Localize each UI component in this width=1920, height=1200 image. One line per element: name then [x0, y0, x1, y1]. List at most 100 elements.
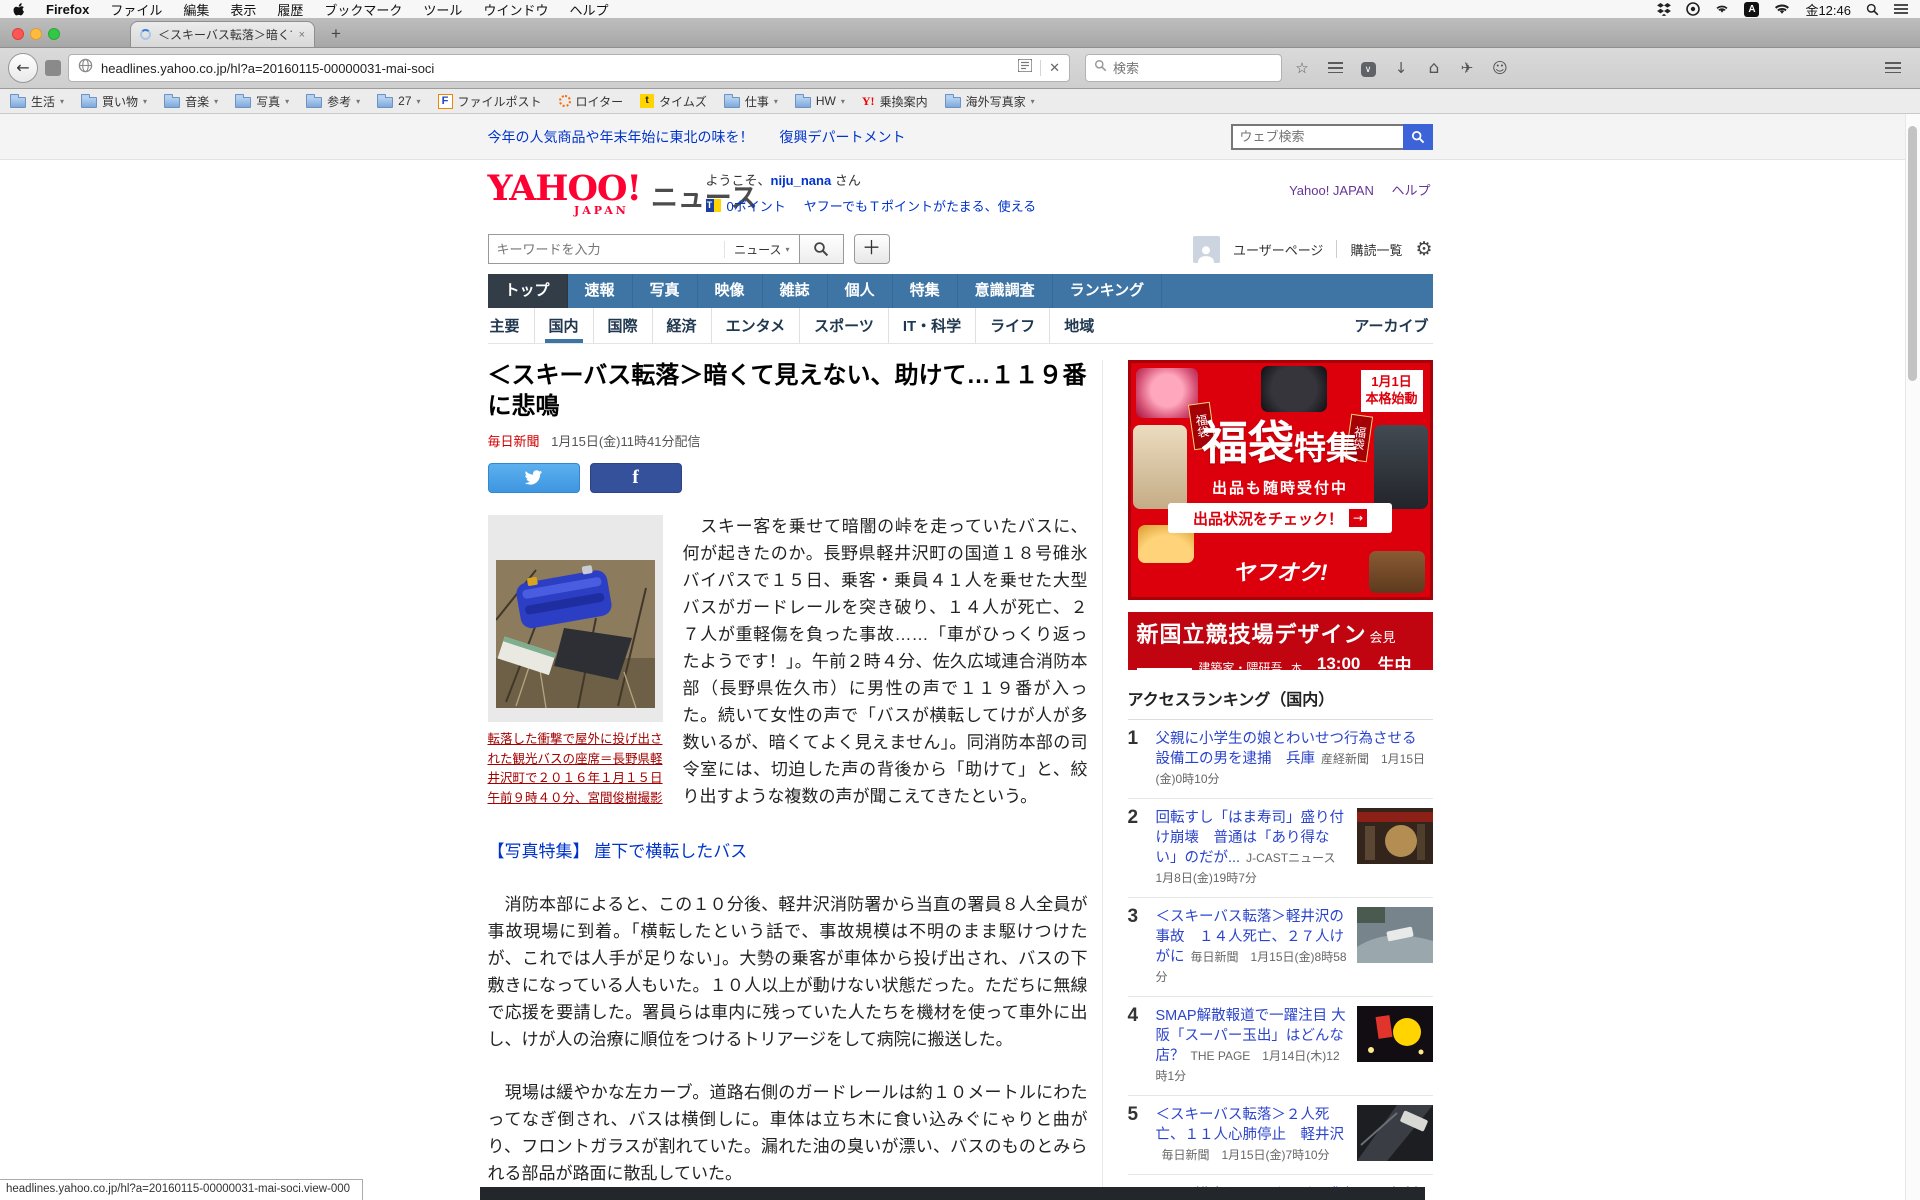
sub-tab-major[interactable]: 主要: [488, 308, 534, 343]
menu-item-bookmarks[interactable]: ブックマーク: [324, 0, 402, 19]
menu-item-tools[interactable]: ツール: [423, 0, 462, 19]
sub-tab-region[interactable]: 地域: [1049, 308, 1108, 343]
photo-feature-link[interactable]: 【写真特集】 崖下で横転したバス: [488, 838, 1088, 865]
apple-menu-icon[interactable]: [12, 2, 25, 17]
bookmark-folder-reference[interactable]: 参考▾: [306, 93, 360, 110]
window-zoom-button[interactable]: [48, 28, 60, 40]
airplay-icon[interactable]: [1715, 4, 1729, 15]
ranking-thumbnail[interactable]: [1357, 1006, 1433, 1062]
ranking-thumbnail[interactable]: [1357, 1105, 1433, 1161]
points-link[interactable]: 0ポイント: [727, 196, 786, 215]
photo-caption-link[interactable]: 転落した衝撃で屋外に投げ出された観光バスの座席＝長野県軽井沢町で２０１６年１月１…: [488, 730, 663, 808]
bookmark-folder-music[interactable]: 音楽▾: [164, 93, 218, 110]
home-icon[interactable]: ⌂: [1421, 58, 1447, 78]
bookmark-folder-photographers[interactable]: 海外写真家▾: [945, 93, 1035, 110]
bookmark-folder-work[interactable]: 仕事▾: [724, 93, 778, 110]
bookmark-times[interactable]: tタイムズ: [640, 93, 707, 110]
input-source-icon[interactable]: A: [1744, 2, 1759, 17]
web-search-input[interactable]: [1231, 124, 1403, 150]
sub-tab-domestic[interactable]: 国内: [534, 308, 593, 343]
bookmark-star-icon[interactable]: ☆: [1289, 59, 1315, 77]
url-bar[interactable]: ✕: [68, 54, 1070, 82]
sub-tab-life[interactable]: ライフ: [975, 308, 1049, 343]
web-search-button[interactable]: [1403, 124, 1433, 150]
sub-tab-it-science[interactable]: IT・科学: [888, 308, 975, 343]
nav-tab-video[interactable]: 映像: [698, 274, 763, 308]
sub-tab-economy[interactable]: 経済: [652, 308, 711, 343]
news-search-field[interactable]: ニュース▾: [488, 234, 800, 264]
window-minimize-button[interactable]: [30, 28, 42, 40]
menu-item-file[interactable]: ファイル: [110, 0, 162, 19]
fukubukuro-ad-banner[interactable]: 1月1日本格始動 福袋 福袋 福袋特集 出品も随時受付中 出品状況をチェック！→…: [1128, 360, 1433, 600]
thepage-ad-banner[interactable]: 新国立競技場デザイン会見 THEPAGE 建築家・隈研吾氏 本日 13:00～ …: [1128, 612, 1433, 670]
back-button[interactable]: ←: [8, 53, 38, 83]
downloads-icon[interactable]: ↓: [1388, 59, 1414, 77]
sub-tab-entertainment[interactable]: エンタメ: [711, 308, 800, 343]
nav-tab-personal[interactable]: 個人: [828, 274, 893, 308]
nav-tab-magazine[interactable]: 雑誌: [763, 274, 828, 308]
settings-gear-icon[interactable]: ⚙: [1415, 238, 1432, 260]
sub-tab-world[interactable]: 国際: [593, 308, 652, 343]
dropbox-icon[interactable]: [1657, 3, 1671, 16]
stop-icon[interactable]: ✕: [1049, 61, 1060, 76]
sub-tab-sports[interactable]: スポーツ: [799, 308, 888, 343]
bookmark-folder-27[interactable]: 27▾: [377, 94, 420, 108]
nav-tab-photo[interactable]: 写真: [633, 274, 698, 308]
reader-mode-icon[interactable]: [1018, 59, 1032, 77]
user-page-link[interactable]: ユーザーページ: [1233, 240, 1323, 259]
bookmarks-menu-icon[interactable]: [1322, 60, 1348, 77]
bookmark-folder-shopping[interactable]: 買い物▾: [81, 93, 147, 110]
feedback-smiley-icon[interactable]: ☺: [1487, 59, 1513, 77]
points-note-link[interactable]: ヤフーでもＴポイントがたまる、使える: [804, 196, 1036, 215]
article-source-link[interactable]: 毎日新聞: [488, 434, 540, 449]
username-link[interactable]: niju_nana: [771, 173, 832, 188]
promo-link-1[interactable]: 今年の人気商品や年末年始に東北の味を！: [488, 127, 754, 147]
news-search-button[interactable]: [800, 234, 844, 264]
yahoo-japan-link[interactable]: Yahoo! JAPAN: [1289, 183, 1374, 198]
nav-tab-top[interactable]: トップ: [488, 274, 568, 308]
bookmark-reuters[interactable]: ロイター: [559, 93, 624, 110]
url-input[interactable]: [101, 61, 1010, 76]
pocket-icon[interactable]: [1355, 59, 1381, 77]
site-identity-globe-icon[interactable]: [78, 58, 93, 78]
nav-tab-flash[interactable]: 速報: [568, 274, 633, 308]
subscriptions-link[interactable]: 購読一覧: [1350, 240, 1402, 259]
bookmark-filepost[interactable]: Fファイルポスト: [438, 93, 542, 110]
menu-item-view[interactable]: 表示: [230, 0, 256, 19]
menu-icon[interactable]: [1880, 60, 1906, 77]
bookmark-folder-life[interactable]: 生活▾: [10, 93, 64, 110]
ranking-thumbnail[interactable]: [1357, 907, 1433, 963]
news-search-input[interactable]: [489, 242, 725, 257]
facebook-share-button[interactable]: f: [590, 463, 682, 493]
window-close-button[interactable]: [12, 28, 24, 40]
menu-item-edit[interactable]: 編集: [183, 0, 209, 19]
ranking-thumbnail[interactable]: [1357, 808, 1433, 864]
wifi-icon[interactable]: [1774, 3, 1790, 15]
menu-item-help[interactable]: ヘルプ: [569, 0, 608, 19]
browser-search-input[interactable]: [1113, 61, 1273, 76]
search-scope-dropdown[interactable]: ニュース▾: [724, 241, 798, 258]
share-icon[interactable]: ✈: [1454, 59, 1480, 77]
ad-cta-button[interactable]: 出品状況をチェック！→: [1168, 503, 1392, 533]
bookmark-folder-hw[interactable]: HW▾: [795, 94, 845, 108]
menu-item-firefox[interactable]: Firefox: [46, 2, 89, 17]
browser-tab[interactable]: ＜スキーバス転落＞暗くて... ×: [130, 21, 315, 47]
scrollbar-thumb[interactable]: [1908, 126, 1917, 381]
tab-close-icon[interactable]: ×: [299, 29, 305, 41]
twitter-share-button[interactable]: [488, 463, 580, 493]
scrollbar-track[interactable]: [1905, 114, 1920, 1200]
spotlight-icon[interactable]: [1866, 3, 1879, 16]
new-tab-button[interactable]: +: [322, 22, 350, 46]
menu-item-window[interactable]: ウインドウ: [483, 0, 548, 19]
help-link[interactable]: ヘルプ: [1391, 183, 1430, 198]
archive-link[interactable]: アーカイブ: [1354, 315, 1432, 336]
promo-link-2[interactable]: 復興デパートメント: [780, 127, 906, 147]
add-keyword-button[interactable]: ＋: [854, 234, 890, 264]
bookmark-transit[interactable]: Y!乗換案内: [862, 93, 928, 110]
menu-item-history[interactable]: 履歴: [277, 0, 303, 19]
notification-center-icon[interactable]: [1894, 3, 1908, 15]
browser-search-field[interactable]: [1085, 54, 1282, 82]
nav-tab-feature[interactable]: 特集: [893, 274, 958, 308]
avatar[interactable]: [1193, 236, 1220, 263]
nav-tab-ranking[interactable]: ランキング: [1053, 274, 1163, 308]
